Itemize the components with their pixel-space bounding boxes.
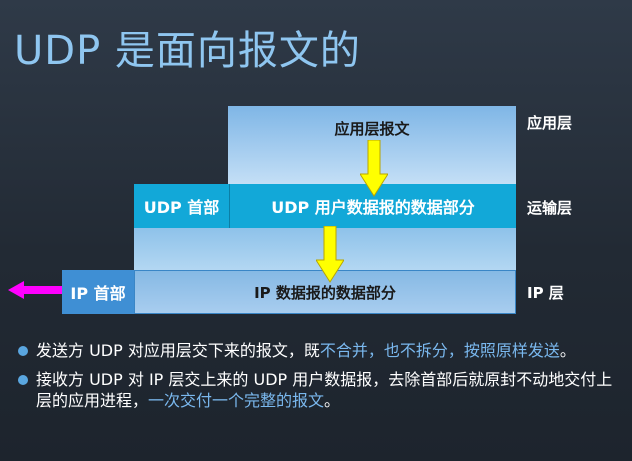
page-title: UDP 是面向报文的 <box>14 28 361 74</box>
bullet-item: 发送方 UDP 对应用层交下来的报文，既不合并，也不拆分，按照原样发送。 <box>18 340 618 361</box>
bullet-dot-icon <box>18 346 28 356</box>
bullet-item: 接收方 UDP 对 IP 层交上来的 UDP 用户数据报，去除首部后就原封不动地… <box>18 369 618 411</box>
ip-header-label: IP 首部 <box>70 284 126 303</box>
down-arrow-icon <box>360 140 388 197</box>
transport-layer-label: 运输层 <box>527 199 573 217</box>
udp-header-box: UDP 首部 <box>134 184 229 228</box>
bullet-highlight: 不合并，也不拆分，按照原样发送 <box>319 341 560 360</box>
left-arrow-icon <box>8 281 62 299</box>
udp-header-label: UDP 首部 <box>143 198 220 217</box>
bullet-text-end: 。 <box>324 391 341 410</box>
ip-layer-label: IP 层 <box>527 284 564 302</box>
ip-data-label: IP 数据报的数据部分 <box>254 283 396 302</box>
bullet-text-end: 。 <box>559 341 576 360</box>
application-message-label: 应用层报文 <box>334 120 410 138</box>
bullet-list: 发送方 UDP 对应用层交下来的报文，既不合并，也不拆分，按照原样发送。 接收方… <box>18 340 618 419</box>
down-arrow-icon <box>316 226 344 283</box>
bullet-dot-icon <box>18 375 28 385</box>
application-layer-label: 应用层 <box>527 114 573 132</box>
bullet-text: 发送方 UDP 对应用层交下来的报文，既 <box>36 341 320 360</box>
ip-header-box: IP 首部 <box>62 270 134 314</box>
bullet-highlight: 一次交付一个完整的报文 <box>148 391 325 410</box>
